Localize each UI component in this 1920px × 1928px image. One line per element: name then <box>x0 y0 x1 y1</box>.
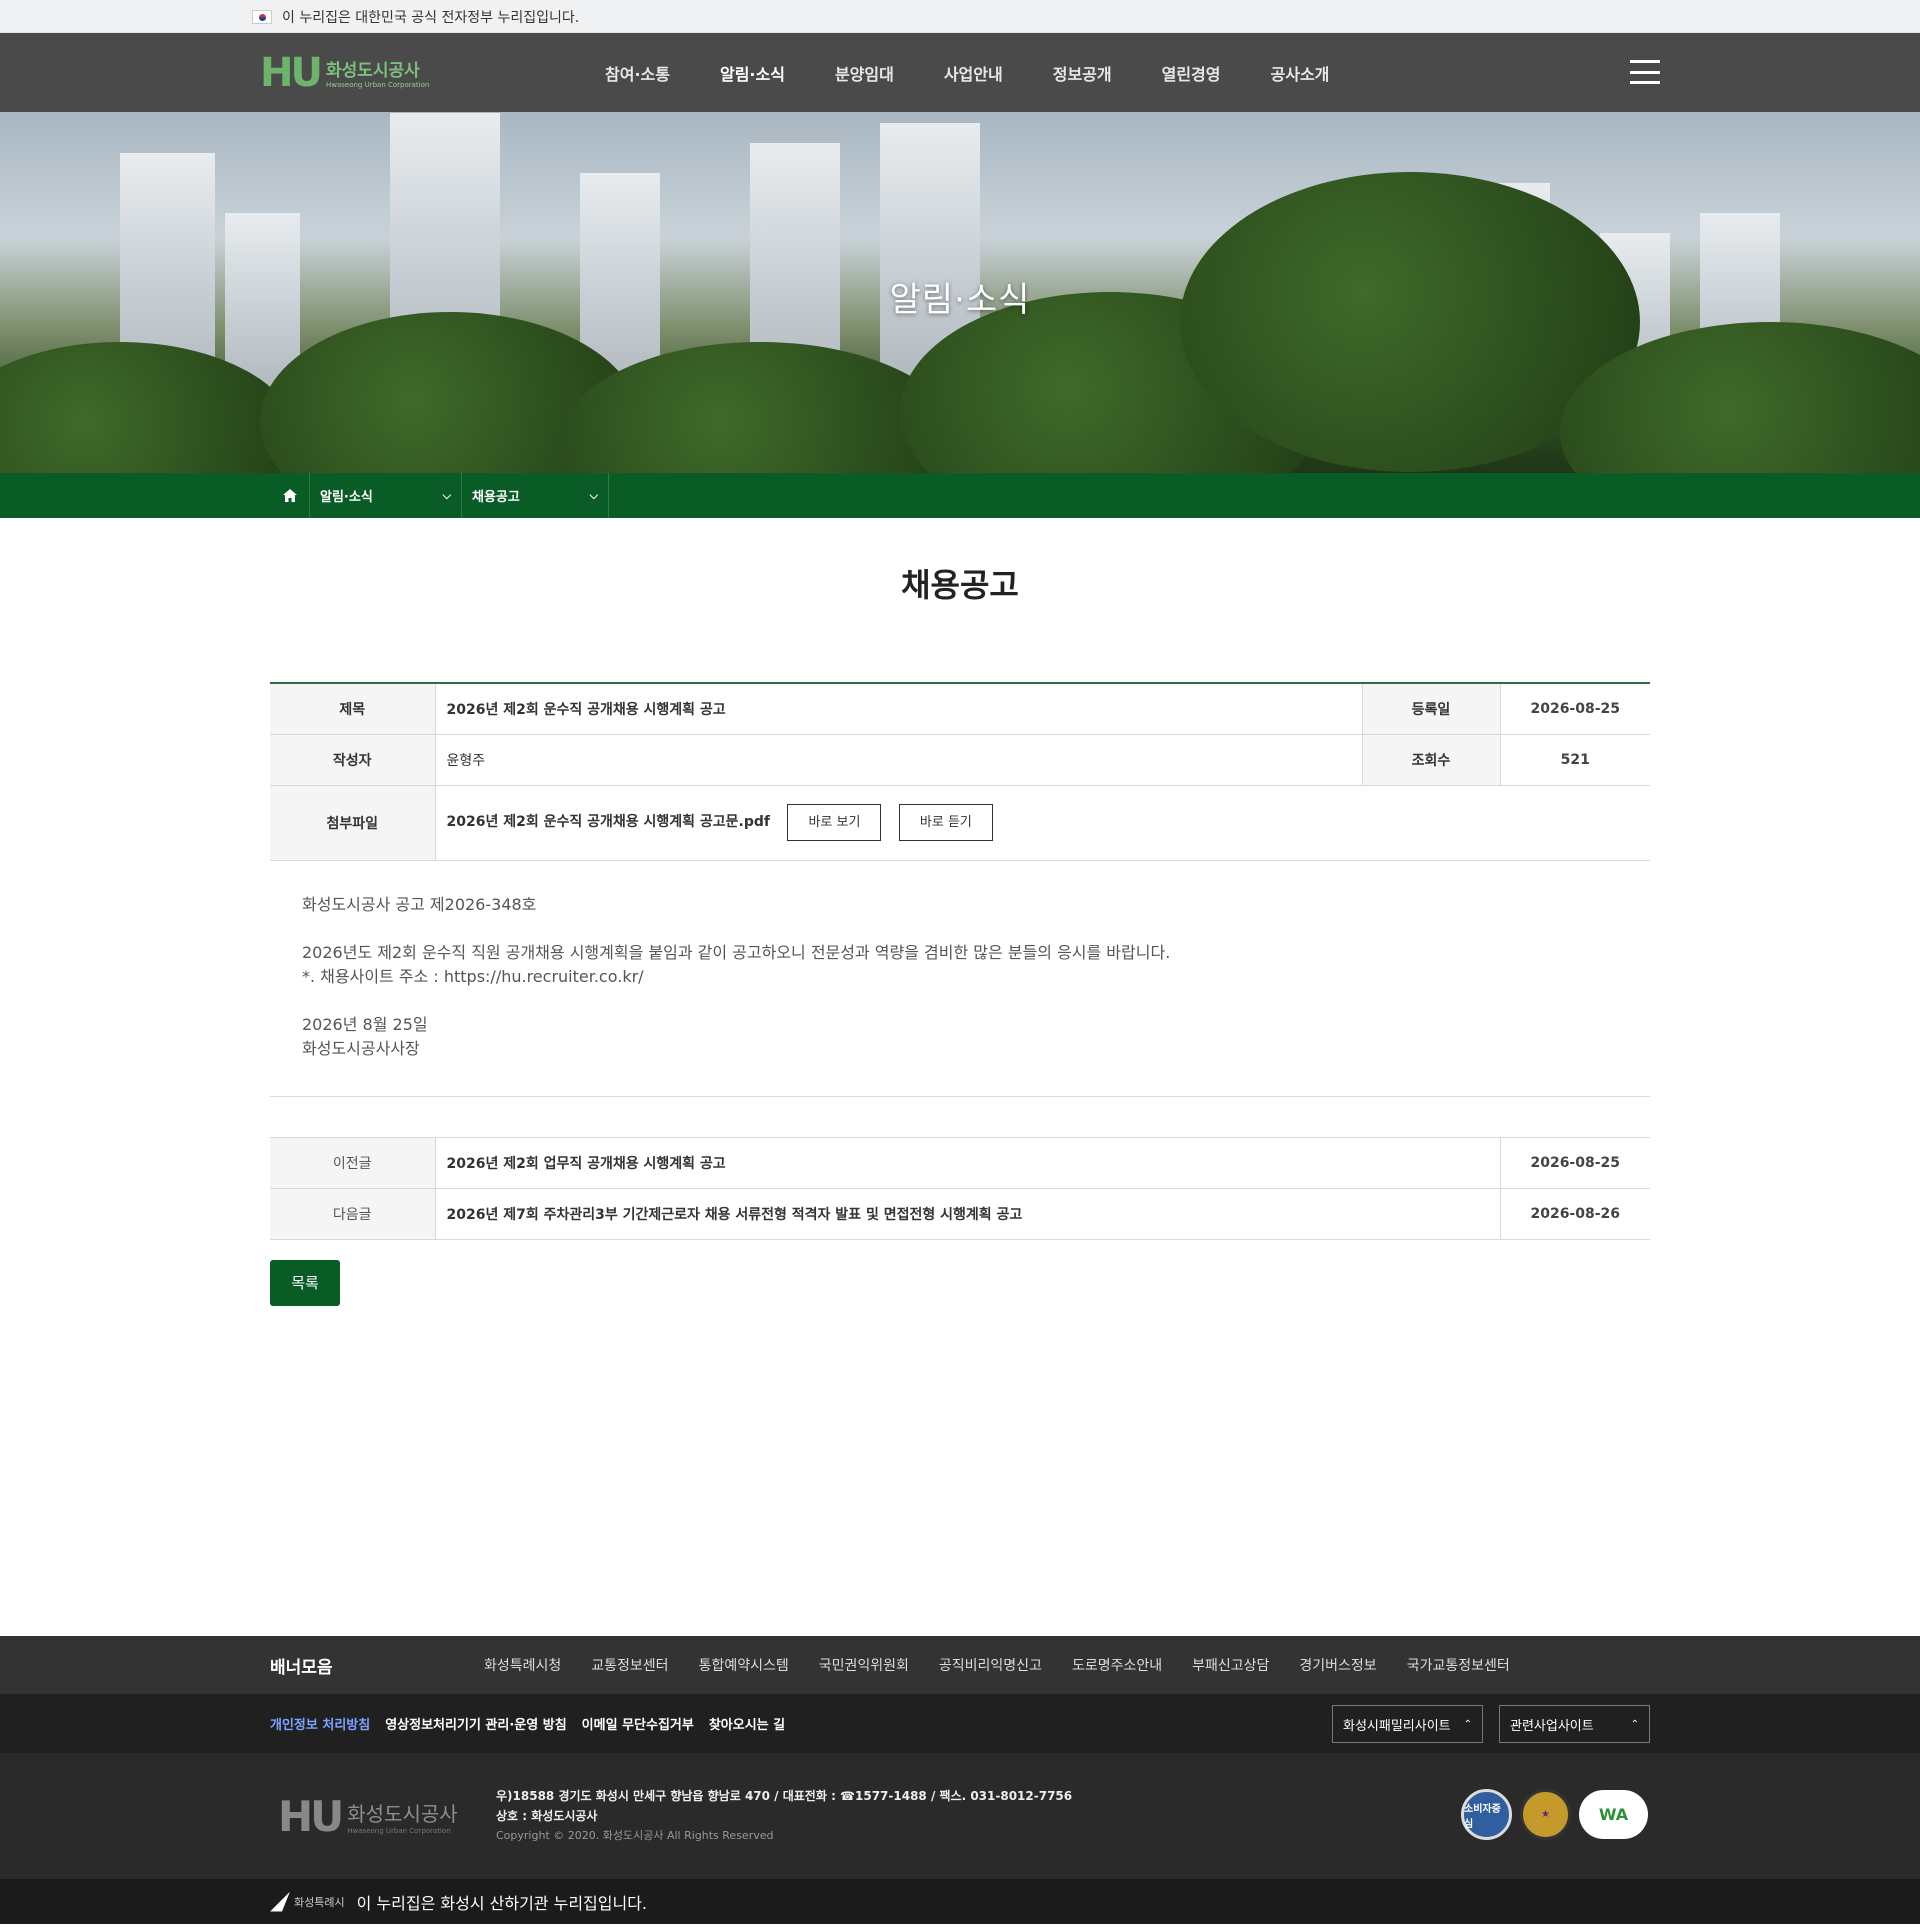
chevron-up-icon: ⌃ <box>1463 1718 1472 1730</box>
family-site-label: 화성시패밀리사이트 <box>1343 1718 1451 1734</box>
next-post-link[interactable]: 2026년 제7회 주차관리3부 기간제근로자 채용 서류전형 적격자 발표 및… <box>435 1188 1500 1240</box>
cctv-policy-link[interactable]: 영상정보처리기기 관리·운영 방침 <box>385 1714 566 1733</box>
prev-post-row[interactable]: 이전글 2026년 제2회 업무직 공개채용 시행계획 공고 2026-08-2… <box>270 1137 1650 1189</box>
footer-logo-mark: HU <box>278 1791 344 1841</box>
logo-name-en: Hwaseong Urban Corporation <box>325 81 430 89</box>
label-views: 조회수 <box>1361 734 1501 786</box>
site-header: HU 화성도시공사 Hwaseong Urban Corporation 참여·… <box>0 33 1920 112</box>
next-label: 다음글 <box>270 1188 436 1240</box>
nav-disclosure[interactable]: 정보공개 <box>1028 61 1137 85</box>
post-title: 2026년 제2회 운수직 공개채용 시행계획 공고 <box>435 683 1362 735</box>
banner-link[interactable]: 국가교통정보센터 <box>1392 1655 1525 1675</box>
banner-link[interactable]: 도로명주소안내 <box>1057 1655 1177 1675</box>
certification-seal-icon: ★ <box>1520 1789 1571 1840</box>
banner-link[interactable]: 부패신고상담 <box>1177 1655 1284 1675</box>
nav-open-management[interactable]: 열린경영 <box>1137 61 1246 85</box>
post-author: 윤형주 <box>435 734 1362 786</box>
footer-address-block: 우)18588 경기도 화성시 만세구 향남읍 향남로 470 / 대표전화 :… <box>496 1786 1072 1846</box>
banner-link[interactable]: 교통정보센터 <box>576 1655 683 1675</box>
footer-logo: HU 화성도시공사 Hwaseong Urban Corporation <box>270 1792 496 1841</box>
body-signature: 화성도시공사사장 <box>302 1038 420 1058</box>
footer-copyright: Copyright © 2020. 화성도시공사 All Rights Rese… <box>496 1829 774 1842</box>
hero-title: 알림·소식 <box>889 280 1031 320</box>
nav-about[interactable]: 공사소개 <box>1246 61 1355 85</box>
body-notice-number: 화성도시공사 공고 제2026-348호 <box>302 894 537 914</box>
main-nav: 참여·소통 알림·소식 분양임대 사업안내 정보공개 열린경영 공사소개 <box>580 61 1354 85</box>
prev-post-date: 2026-08-25 <box>1499 1137 1650 1189</box>
nav-news[interactable]: 알림·소식 <box>695 61 810 85</box>
breadcrumb: 알림·소식 ⌵ 채용공고 ⌵ <box>0 473 1920 518</box>
chevron-up-icon: ⌃ <box>1630 1718 1639 1730</box>
home-icon[interactable] <box>270 473 310 518</box>
city-logo: 화성특례시 <box>270 1891 345 1912</box>
chevron-down-icon: ⌵ <box>442 488 451 502</box>
hero-banner: 알림·소식 <box>0 112 1920 473</box>
banner-link[interactable]: 국민권익위원회 <box>804 1655 924 1675</box>
label-title: 제목 <box>270 683 436 735</box>
footer-logo-ko: 화성도시공사 <box>347 1801 458 1826</box>
nav-participation[interactable]: 참여·소통 <box>580 61 695 85</box>
banner-link[interactable]: 경기버스정보 <box>1284 1655 1391 1675</box>
label-author: 작성자 <box>270 734 436 786</box>
attachment-cell: 2026년 제2회 운수직 공개채용 시행계획 공고문.pdf 바로 보기 바로… <box>435 785 1650 861</box>
site-footer: 배너모음 화성특례시청 교통정보센터 통합예약시스템 국민권익위원회 공직비리익… <box>0 1636 1920 1924</box>
footer-logo-en: Hwaseong Urban Corporation <box>347 1826 451 1835</box>
logo-mark: HU <box>260 49 323 96</box>
post-date: 2026-08-25 <box>1500 683 1650 735</box>
consumer-centered-mark-icon: 소비자중심 <box>1461 1789 1512 1840</box>
post-info-table: 제목 2026년 제2회 운수직 공개채용 시행계획 공고 등록일 2026-0… <box>270 682 1650 861</box>
site-logo[interactable]: HU 화성도시공사 Hwaseong Urban Corporation <box>260 53 580 93</box>
attachment-file-link[interactable]: 2026년 제2회 운수직 공개채용 시행계획 공고문.pdf <box>447 814 771 830</box>
nav-sale-lease[interactable]: 분양임대 <box>810 61 919 85</box>
prev-post-link[interactable]: 2026년 제2회 업무직 공개채용 시행계획 공고 <box>435 1137 1500 1189</box>
korea-flag-icon <box>252 9 272 24</box>
listen-file-button[interactable]: 바로 듣기 <box>898 804 993 841</box>
gov-banner: 이 누리집은 대한민국 공식 전자정부 누리집입니다. <box>0 0 1920 33</box>
banner-link[interactable]: 공직비리익명신고 <box>924 1655 1057 1675</box>
body-main-text: 2026년도 제2회 운수직 직원 공개채용 시행계획을 붙임과 같이 공고하오… <box>302 942 1171 962</box>
breadcrumb-depth1[interactable]: 알림·소식 ⌵ <box>310 473 462 518</box>
body-date: 2026년 8월 25일 <box>302 1014 428 1034</box>
page-title: 채용공고 <box>901 566 1019 604</box>
banner-link[interactable]: 화성특례시청 <box>469 1655 576 1675</box>
body-site-url: *. 채용사이트 주소 : https://hu.recruiter.co.kr… <box>302 966 644 986</box>
view-file-button[interactable]: 바로 보기 <box>787 804 882 841</box>
next-post-row[interactable]: 다음글 2026년 제7회 주차관리3부 기간제근로자 채용 서류전형 적격자 … <box>270 1188 1650 1240</box>
footer-address: 우)18588 경기도 화성시 만세구 향남읍 향남로 470 / 대표전화 :… <box>496 1789 1073 1803</box>
related-site-select[interactable]: 관련사업사이트 ⌃ <box>1499 1705 1650 1743</box>
next-post-date: 2026-08-26 <box>1499 1188 1650 1240</box>
post-views: 521 <box>1500 734 1650 786</box>
prev-next-table: 이전글 2026년 제2회 업무직 공개채용 시행계획 공고 2026-08-2… <box>270 1136 1650 1240</box>
city-logo-icon <box>270 1891 290 1912</box>
label-attachment: 첨부파일 <box>270 785 436 861</box>
family-site-select[interactable]: 화성시패밀리사이트 ⌃ <box>1332 1705 1483 1743</box>
certification-marks: 소비자중심 ★ WA <box>1461 1789 1648 1840</box>
breadcrumb-depth1-label: 알림·소식 <box>320 490 373 505</box>
breadcrumb-depth2[interactable]: 채용공고 ⌵ <box>462 473 609 518</box>
nav-business[interactable]: 사업안내 <box>919 61 1028 85</box>
breadcrumb-depth2-label: 채용공고 <box>472 490 520 505</box>
city-affiliate-text: 이 누리집은 화성시 산하기관 누리집입니다. <box>356 1893 647 1913</box>
post-body: 화성도시공사 공고 제2026-348호 2026년도 제2회 운수직 직원 공… <box>270 861 1650 1097</box>
related-site-label: 관련사업사이트 <box>1510 1718 1594 1734</box>
menu-icon[interactable] <box>1630 60 1660 84</box>
list-button[interactable]: 목록 <box>270 1259 340 1306</box>
gov-banner-text: 이 누리집은 대한민국 공식 전자정부 누리집입니다. <box>282 9 580 26</box>
footer-company: 상호 : 화성도시공사 <box>496 1809 598 1823</box>
chevron-down-icon: ⌵ <box>589 488 598 502</box>
city-name: 화성특례시 <box>294 1895 345 1909</box>
privacy-policy-link[interactable]: 개인정보 처리방침 <box>270 1714 370 1733</box>
directions-link[interactable]: 찾아오시는 길 <box>709 1714 785 1733</box>
logo-name-ko: 화성도시공사 <box>325 61 420 81</box>
prev-label: 이전글 <box>270 1137 436 1189</box>
banner-link[interactable]: 통합예약시스템 <box>684 1655 804 1675</box>
banner-title: 배너모음 <box>270 1657 333 1678</box>
label-date: 등록일 <box>1361 683 1501 735</box>
email-refusal-link[interactable]: 이메일 무단수집거부 <box>582 1714 694 1733</box>
web-accessibility-mark-icon: WA <box>1579 1790 1648 1839</box>
